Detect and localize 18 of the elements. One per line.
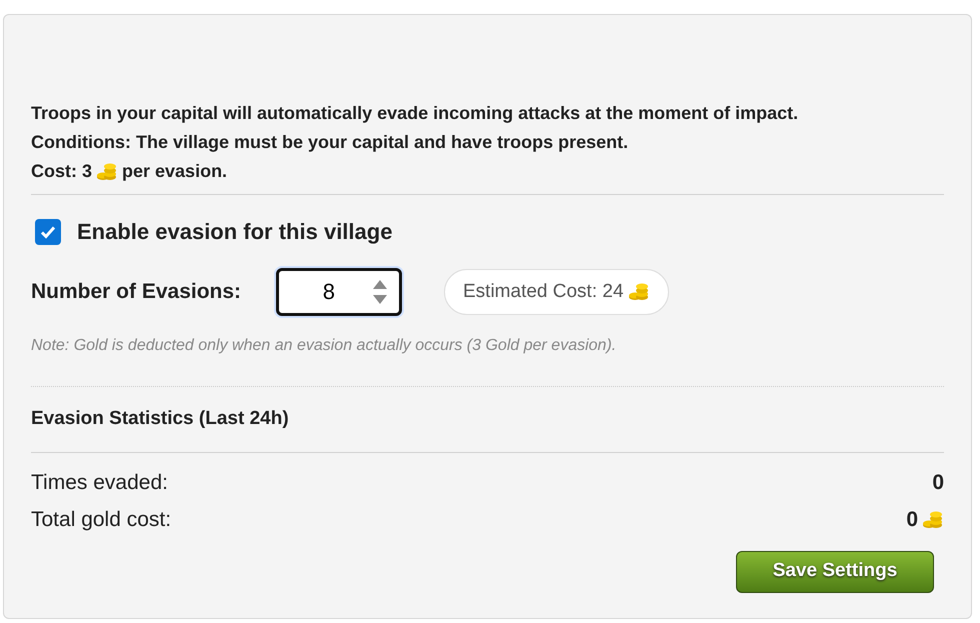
cost-text: Cost: 3 <box>31 160 92 183</box>
stats-title: Evasion Statistics (Last 24h) <box>31 407 290 431</box>
intro-text: Conditions: The village must be your capital and have troops present. <box>31 131 630 154</box>
stat-value: 0 <box>906 507 918 534</box>
note-text: Note: Gold is deducted only when an evasion actually occurs (3 Gold per evasion). <box>31 336 618 356</box>
spinner-arrows-icon[interactable] <box>372 279 388 305</box>
enable-checkbox[interactable] <box>35 218 61 244</box>
stat-label: Total gold cost: <box>31 507 172 534</box>
enable-label: Enable evasion for this village <box>77 218 392 246</box>
intro-text: Troops in your capital will automatically evade incoming attacks at the moment of impact. <box>31 102 800 125</box>
estimated-cost-text: Estimated Cost: 24 <box>463 280 624 304</box>
coin-stack-icon <box>628 282 650 302</box>
cost-text: per evasion. <box>122 160 228 183</box>
stat-value: 0 <box>932 470 944 496</box>
evasions-input[interactable]: 8 <box>276 268 402 316</box>
coin-stack-icon <box>96 162 118 182</box>
stat-label: Times evaded: <box>31 470 168 496</box>
evasions-label: Number of Evasions: <box>31 279 242 306</box>
